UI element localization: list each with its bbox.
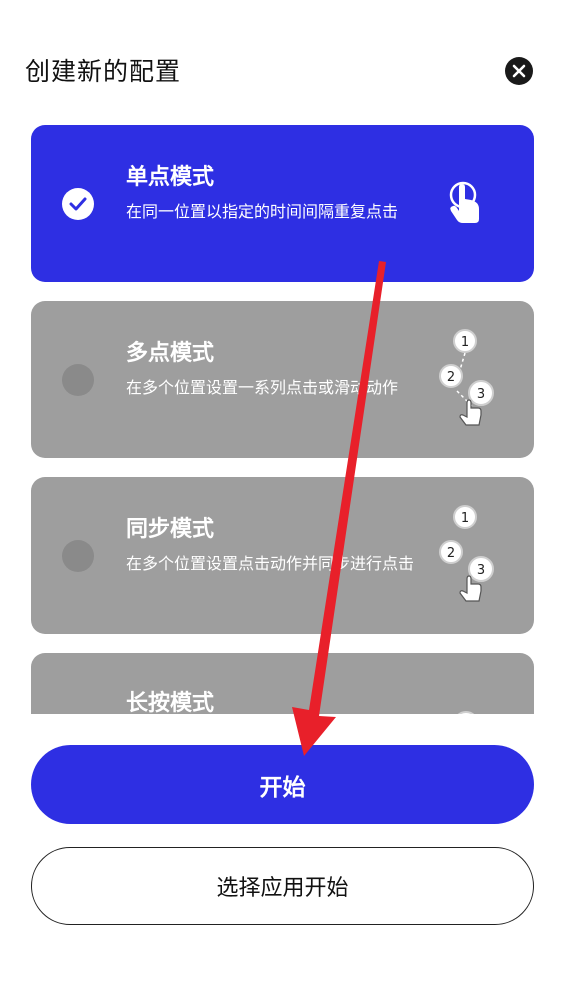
mode-radio[interactable] [62, 540, 94, 572]
step-label: 3 [477, 563, 485, 578]
check-icon [69, 197, 87, 211]
mode-radio[interactable] [62, 364, 94, 396]
sync-tap-icon: 1 2 3 [439, 505, 494, 602]
mode-name: 长按模式 [126, 691, 215, 714]
multi-tap-icon: 1 2 3 [439, 329, 494, 426]
mode-card-sync[interactable]: 同步模式 在多个位置设置点击动作并同步进行点击 1 2 3 [31, 477, 534, 634]
long-press-icon [457, 711, 475, 714]
step-label: 2 [447, 370, 455, 385]
dialog-title: 创建新的配置 [25, 57, 182, 86]
start-button[interactable]: 开始 [31, 745, 534, 824]
mode-description: 在多个位置设置点击动作并同步进行点击 [126, 554, 415, 573]
mode-name: 多点模式 [126, 341, 215, 366]
mode-name: 同步模式 [126, 517, 215, 542]
mode-card-long-press[interactable]: 长按模式 [31, 653, 534, 714]
mode-card-multi[interactable]: 多点模式 在多个位置设置一系列点击或滑动动作 1 2 3 [31, 301, 534, 458]
step-label: 1 [461, 511, 469, 526]
mode-radio-selected[interactable] [62, 188, 94, 220]
close-icon [512, 64, 526, 78]
mode-description: 在同一位置以指定的时间间隔重复点击 [126, 202, 399, 221]
mode-list[interactable]: 单点模式 在同一位置以指定的时间间隔重复点击 多点模式 在多个位置设置一系列点击… [31, 125, 534, 714]
step-label: 1 [461, 335, 469, 350]
step-label: 2 [447, 546, 455, 561]
mode-card-single[interactable]: 单点模式 在同一位置以指定的时间间隔重复点击 [31, 125, 534, 282]
close-button[interactable] [505, 57, 533, 85]
select-app-start-button[interactable]: 选择应用开始 [31, 847, 534, 925]
create-config-sheet: 创建新的配置 单点模式 在同一位置以指定的时间间隔重复点击 多点模式 在多个位置… [0, 0, 565, 1004]
mode-description: 在多个位置设置一系列点击或滑动动作 [126, 378, 399, 397]
single-tap-icon [449, 181, 479, 223]
step-label: 3 [477, 387, 485, 402]
mode-name: 单点模式 [126, 165, 215, 190]
